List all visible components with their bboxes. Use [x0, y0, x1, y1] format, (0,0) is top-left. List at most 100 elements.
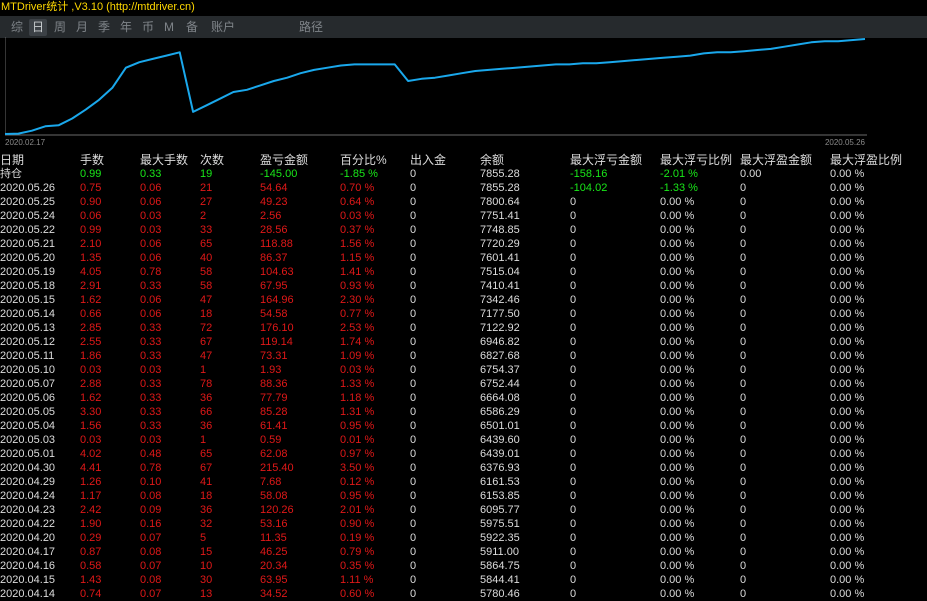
cell-max-float-loss: -158.16	[570, 168, 608, 180]
cell-max-lots: 0.10	[140, 476, 162, 488]
cell-count: 2	[200, 210, 207, 222]
cell-balance: 7177.50	[480, 308, 520, 320]
tab-monthly[interactable]: 月	[73, 19, 91, 36]
x-axis-end-label: 2020.05.26	[825, 138, 866, 147]
cell-max-lots: 0.33	[140, 336, 162, 348]
cell-max-float-profit: 0	[740, 434, 747, 446]
cell-max-float-loss: 0	[570, 476, 577, 488]
cell-count: 78	[200, 378, 213, 390]
cell-balance: 6095.77	[480, 504, 520, 516]
cell-max-lots: 0.08	[140, 546, 162, 558]
cell-balance: 7342.46	[480, 294, 520, 306]
table-row: 2020.04.30 4.41 0.78 67 215.40 3.50 % 0 6376.93…	[0, 461, 927, 475]
tab-summary[interactable]: 综	[8, 19, 26, 36]
cell-lots: 0.75	[80, 182, 102, 194]
cell-date: 2020.04.30	[0, 462, 56, 474]
cell-max-float-profit-pct: 0.00 %	[830, 462, 865, 474]
tab-notes[interactable]: 备	[183, 19, 201, 36]
cell-max-lots: 0.06	[140, 196, 162, 208]
cell-balance: 余额	[480, 153, 505, 167]
table-row: 2020.05.19 4.05 0.78 58 104.63 1.41 % 0 7515.04…	[0, 265, 927, 279]
tab-weekly[interactable]: 周	[51, 19, 69, 36]
cell-percent: 0.77 %	[340, 308, 375, 320]
cell-max-float-profit-pct: 0.00 %	[830, 560, 865, 572]
cell-pnl: 11.35	[260, 532, 287, 544]
cell-max-float-profit: 0	[740, 224, 747, 236]
period-tab-bar: 综 日 周 月 季 年 币 M 备 账户 路径	[0, 16, 927, 38]
cell-max-float-profit: 0	[740, 378, 747, 390]
tab-quarterly[interactable]: 季	[95, 19, 113, 36]
cell-percent: 1.33 %	[340, 378, 375, 390]
tab-daily[interactable]: 日	[29, 19, 47, 36]
cell-pnl: 119.14	[260, 336, 293, 348]
cell-max-float-loss-pct: 0.00 %	[660, 280, 695, 292]
cell-balance: 5911.00	[480, 546, 519, 558]
cell-pnl: 104.63	[260, 266, 294, 278]
cell-deposit: 0	[410, 294, 417, 306]
cell-date: 2020.05.10	[0, 364, 56, 376]
cell-max-float-loss: 0	[570, 224, 577, 236]
table-row: 2020.05.18 2.91 0.33 58 67.95 0.93 % 0 7410.41 0…	[0, 279, 927, 293]
tab-currency[interactable]: 币	[139, 19, 157, 36]
cell-percent: 0.19 %	[340, 532, 375, 544]
tab-account[interactable]: 账户	[206, 19, 240, 36]
cell-max-float-loss: 0	[570, 280, 577, 292]
cell-max-lots: 0.08	[140, 490, 162, 502]
cell-max-float-loss-pct: 0.00 %	[660, 406, 695, 418]
cell-deposit: 0	[410, 420, 417, 432]
cell-max-float-loss-pct: 0.00 %	[660, 448, 695, 460]
table-row: 2020.05.11 1.86 0.33 47 73.31 1.09 % 0 6827.68 0…	[0, 349, 927, 363]
cell-percent: 1.18 %	[340, 392, 375, 404]
cell-max-float-profit-pct: 0.00 %	[830, 322, 865, 334]
summary-row: 持仓 0.99 0.33 19 -145.00 -1.85 % 0 7855.28 -158.1…	[0, 167, 927, 181]
cell-max-float-loss: 0	[570, 546, 577, 558]
cell-max-float-profit-pct: 0.00 %	[830, 546, 865, 558]
cell-pnl: -145.00	[260, 168, 298, 180]
cell-date: 2020.05.05	[0, 406, 56, 418]
cell-max-float-profit-pct: 0.00 %	[830, 588, 865, 600]
cell-max-float-profit: 0	[740, 546, 747, 558]
cell-max-lots: 0.78	[140, 462, 162, 474]
cell-balance: 6501.01	[480, 420, 520, 432]
cell-percent: 百分比%	[340, 153, 387, 167]
cell-count: 5	[200, 532, 207, 544]
tab-magic[interactable]: M	[161, 19, 177, 36]
cell-pnl: 88.36	[260, 378, 288, 390]
tab-yearly[interactable]: 年	[117, 19, 135, 36]
cell-count: 41	[200, 476, 213, 488]
cell-max-float-profit: 最大浮盈金额	[740, 153, 813, 167]
tab-path[interactable]: 路径	[296, 19, 326, 36]
cell-max-float-loss-pct: 0.00 %	[660, 574, 695, 586]
table-row: 2020.04.15 1.43 0.08 30 63.95 1.11 % 0 5844.41 0…	[0, 573, 927, 587]
cell-balance: 7720.29	[480, 238, 520, 250]
cell-date: 2020.05.04	[0, 420, 56, 432]
table-row: 2020.04.23 2.42 0.09 36 120.26 2.01 % 0 6095.77…	[0, 503, 927, 517]
cell-max-float-loss: 0	[570, 266, 577, 278]
cell-pnl: 73.31	[260, 350, 288, 362]
cell-pnl: 46.25	[260, 546, 288, 558]
cell-max-float-loss: 0	[570, 462, 577, 474]
cell-max-float-loss-pct: 0.00 %	[660, 364, 695, 376]
table-row: 2020.05.12 2.55 0.33 67 119.14 1.74 % 0 6946.82…	[0, 335, 927, 349]
cell-max-float-loss: 0	[570, 238, 577, 250]
cell-max-float-profit: 0	[740, 350, 747, 362]
cell-count: 67	[200, 336, 213, 348]
cell-max-float-loss-pct: 0.00 %	[660, 294, 695, 306]
cell-max-float-profit-pct: 0.00 %	[830, 420, 865, 432]
cell-max-float-profit: 0	[740, 504, 747, 516]
cell-deposit: 0	[410, 280, 417, 292]
table-row: 2020.05.25 0.90 0.06 27 49.23 0.64 % 0 7800.64 0…	[0, 195, 927, 209]
cell-max-float-loss-pct: 0.00 %	[660, 238, 695, 250]
cell-pnl: 176.10	[260, 322, 294, 334]
cell-max-lots: 0.03	[140, 364, 162, 376]
cell-max-float-loss-pct: 0.00 %	[660, 518, 695, 530]
cell-max-float-loss-pct: -1.33 %	[660, 182, 698, 194]
cell-lots: 0.99	[80, 224, 102, 236]
cell-max-lots: 0.33	[140, 392, 162, 404]
cell-lots: 4.02	[80, 448, 102, 460]
cell-max-float-loss: 0	[570, 532, 577, 544]
cell-max-float-loss: 0	[570, 294, 577, 306]
table-row: 2020.05.14 0.66 0.06 18 54.58 0.77 % 0 7177.50 0…	[0, 307, 927, 321]
cell-deposit: 0	[410, 490, 417, 502]
cell-balance: 5780.46	[480, 588, 520, 600]
